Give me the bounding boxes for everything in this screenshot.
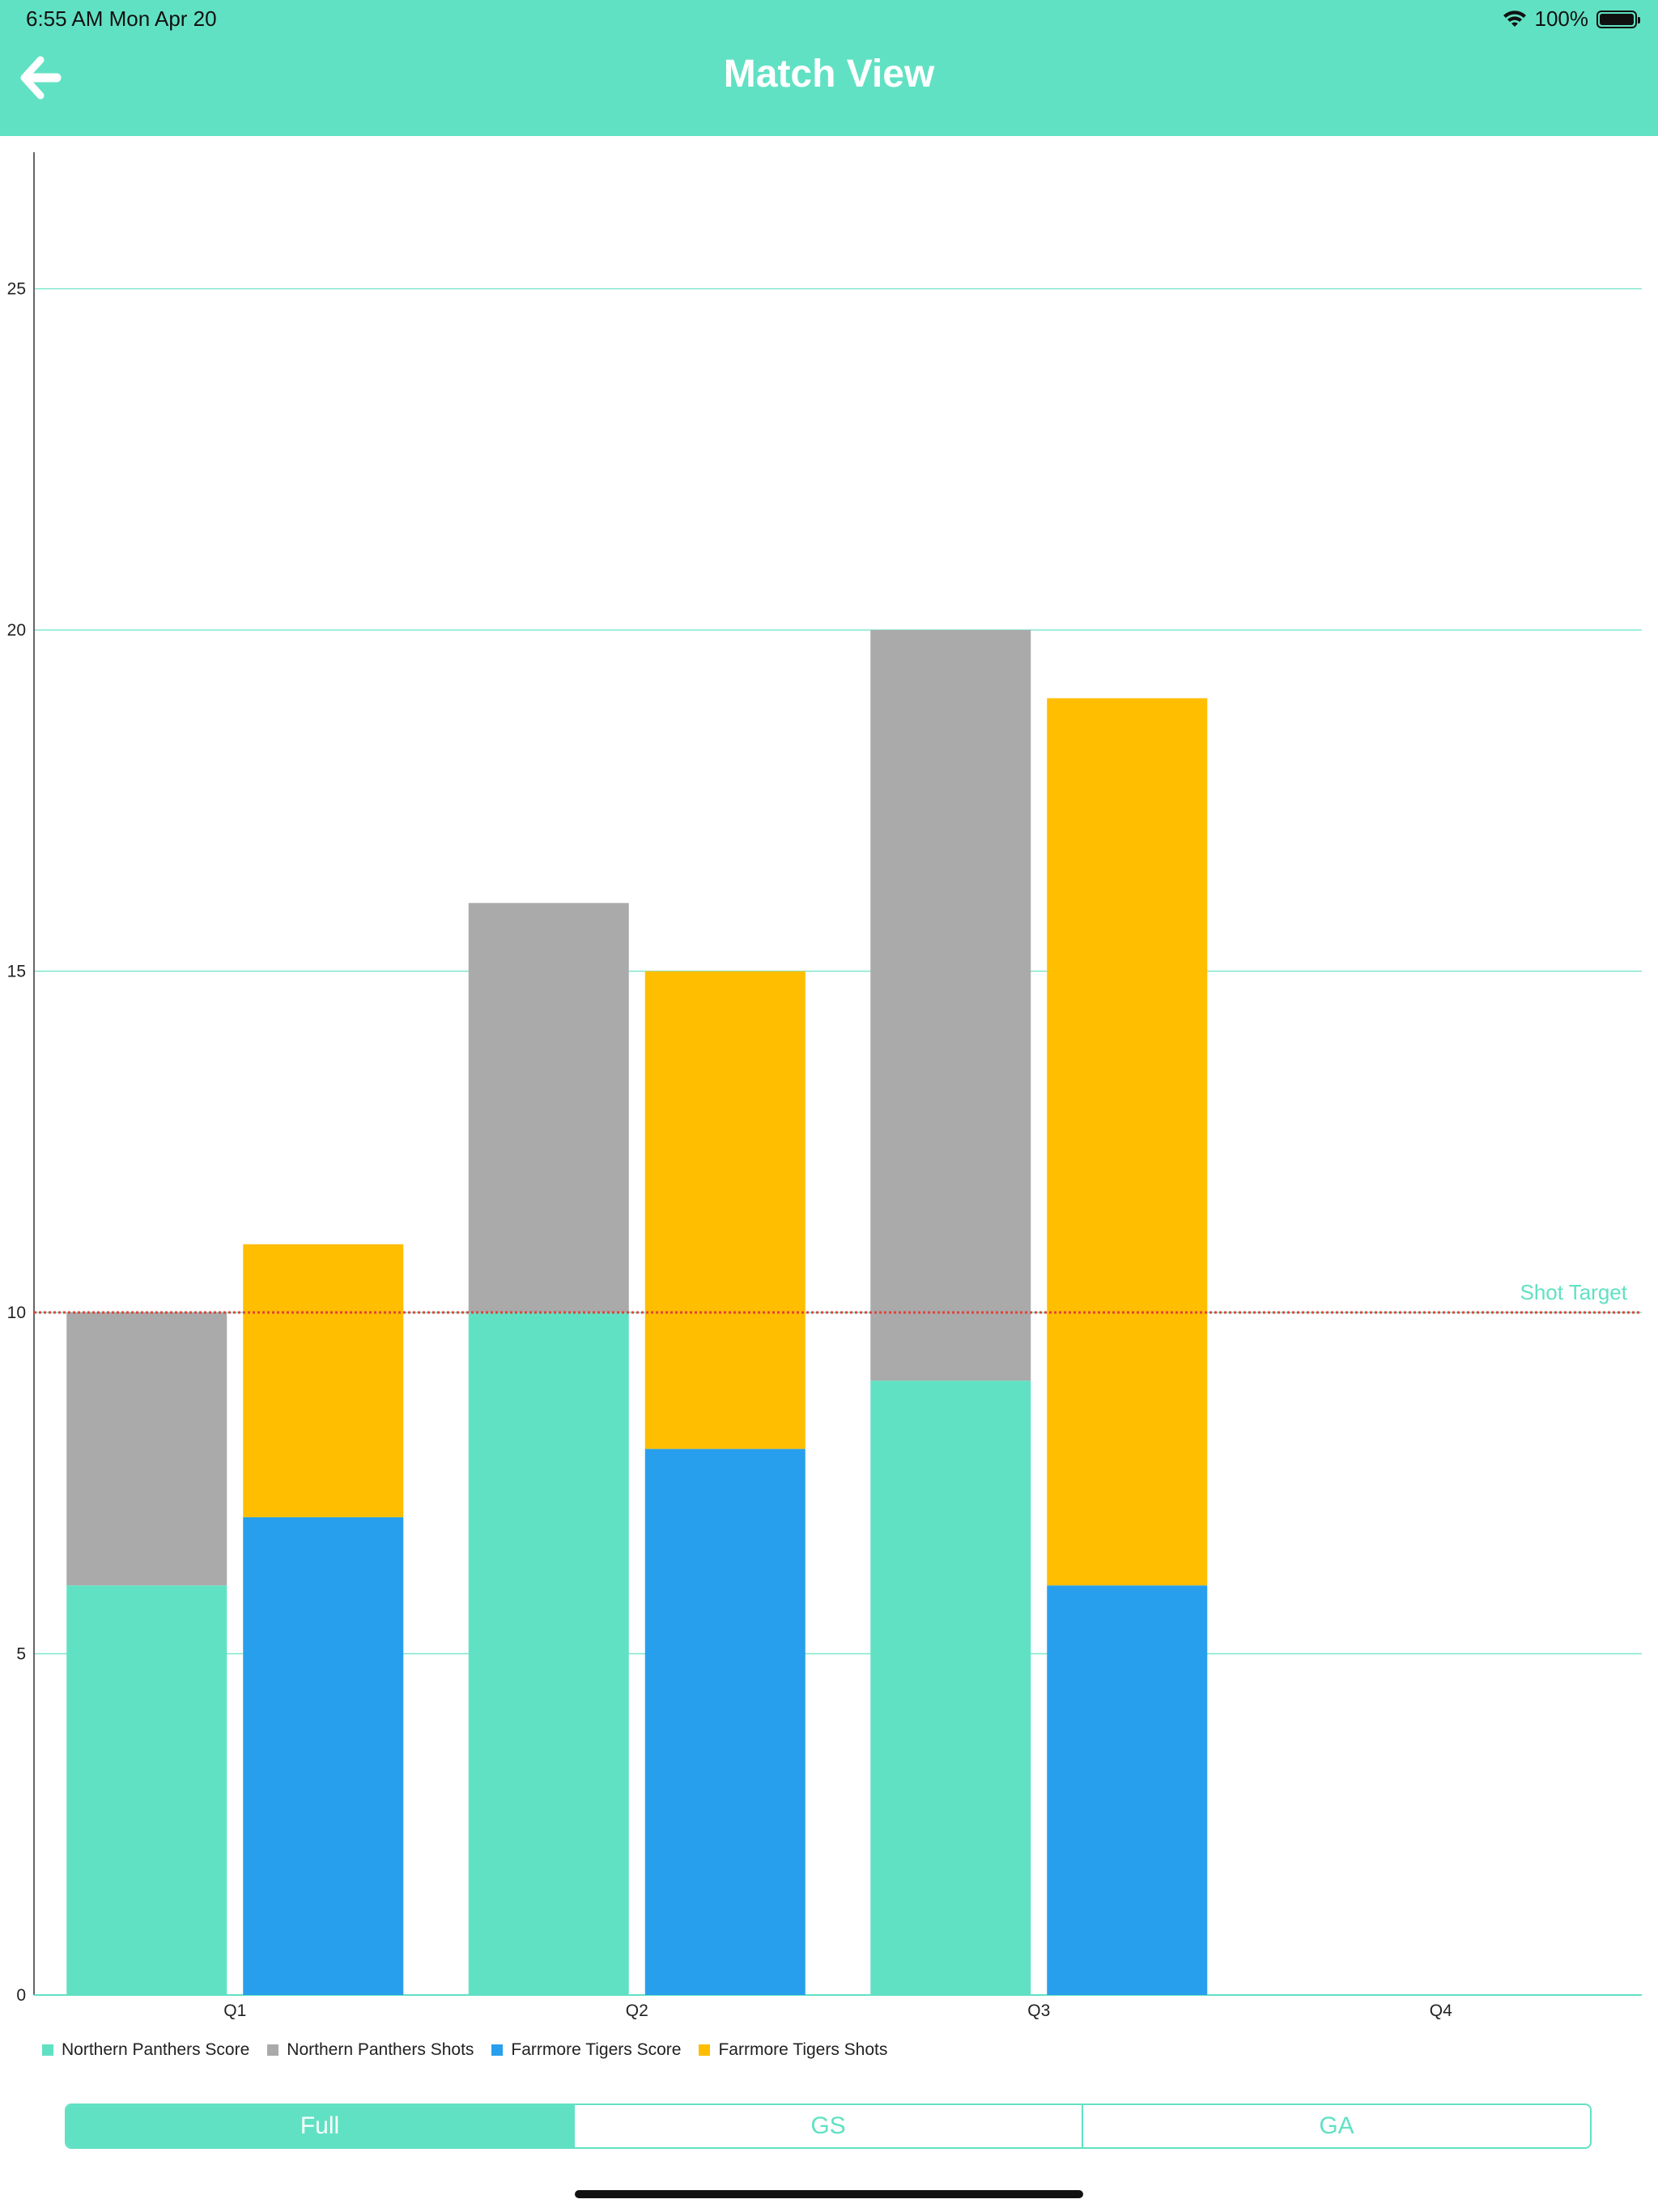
nav-header: 6:55 AM Mon Apr 20 100% Match View bbox=[0, 0, 1658, 136]
page-title: Match View bbox=[723, 53, 935, 96]
y-tick-label: 0 bbox=[16, 1986, 26, 2005]
bar-shots bbox=[468, 903, 629, 1313]
segment-ga[interactable]: GA bbox=[1082, 2105, 1590, 2147]
legend-item: Farrmore Tigers Shots bbox=[699, 2040, 887, 2060]
legend-swatch bbox=[699, 2044, 711, 2056]
bar-shots bbox=[644, 971, 806, 1449]
y-tick-label: 20 bbox=[7, 621, 26, 640]
bar-shots bbox=[870, 630, 1031, 1381]
legend-label: Farrmore Tigers Score bbox=[511, 2040, 682, 2059]
status-indicators: 100% bbox=[1503, 6, 1640, 32]
legend-item: Northern Panthers Shots bbox=[267, 2040, 474, 2060]
battery-icon bbox=[1596, 10, 1640, 28]
bar-score bbox=[468, 1312, 629, 1995]
legend-item: Farrmore Tigers Score bbox=[491, 2040, 681, 2060]
legend-swatch bbox=[267, 2044, 279, 2056]
shot-target-label: Shot Target bbox=[1520, 1280, 1627, 1304]
legend-swatch bbox=[491, 2044, 504, 2056]
x-tick-label: Q4 bbox=[1430, 2001, 1452, 2020]
y-tick-label: 5 bbox=[16, 1645, 26, 1664]
bar-score bbox=[243, 1516, 404, 1995]
wifi-icon bbox=[1503, 10, 1526, 27]
y-tick-label: 10 bbox=[7, 1304, 26, 1322]
segment-gs[interactable]: GS bbox=[573, 2105, 1082, 2147]
bar-score bbox=[1047, 1585, 1208, 1995]
bar-chart: 0 5 10 15 20 25 Q1 Q2 Q3 Q4 Shot Target bbox=[7, 152, 1642, 2020]
y-tick-label: 15 bbox=[7, 963, 26, 981]
x-tick-label: Q1 bbox=[223, 2001, 246, 2020]
bar-score bbox=[644, 1448, 806, 1995]
legend-label: Northern Panthers Shots bbox=[287, 2040, 474, 2059]
bar-shots bbox=[243, 1244, 404, 1517]
x-tick-label: Q3 bbox=[1027, 2001, 1050, 2020]
legend-swatch bbox=[42, 2044, 53, 2056]
battery-percent: 100% bbox=[1534, 6, 1589, 31]
chart-legend: Northern Panthers Score Northern Panther… bbox=[42, 2040, 887, 2060]
bar-score bbox=[66, 1585, 227, 1995]
legend-label: Northern Panthers Score bbox=[62, 2040, 250, 2059]
y-tick-label: 25 bbox=[7, 280, 26, 299]
home-indicator bbox=[575, 2190, 1083, 2198]
x-tick-label: Q2 bbox=[626, 2001, 648, 2020]
legend-label: Farrmore Tigers Shots bbox=[718, 2040, 888, 2059]
bar-shots bbox=[66, 1312, 227, 1586]
status-time: 6:55 AM Mon Apr 20 bbox=[26, 6, 217, 31]
segment-full[interactable]: Full bbox=[66, 2105, 573, 2147]
bar-score bbox=[870, 1380, 1031, 1995]
bar-shots bbox=[1047, 698, 1208, 1586]
legend-item: Northern Panthers Score bbox=[42, 2040, 249, 2060]
segmented-control: Full GS GA bbox=[65, 2104, 1592, 2149]
